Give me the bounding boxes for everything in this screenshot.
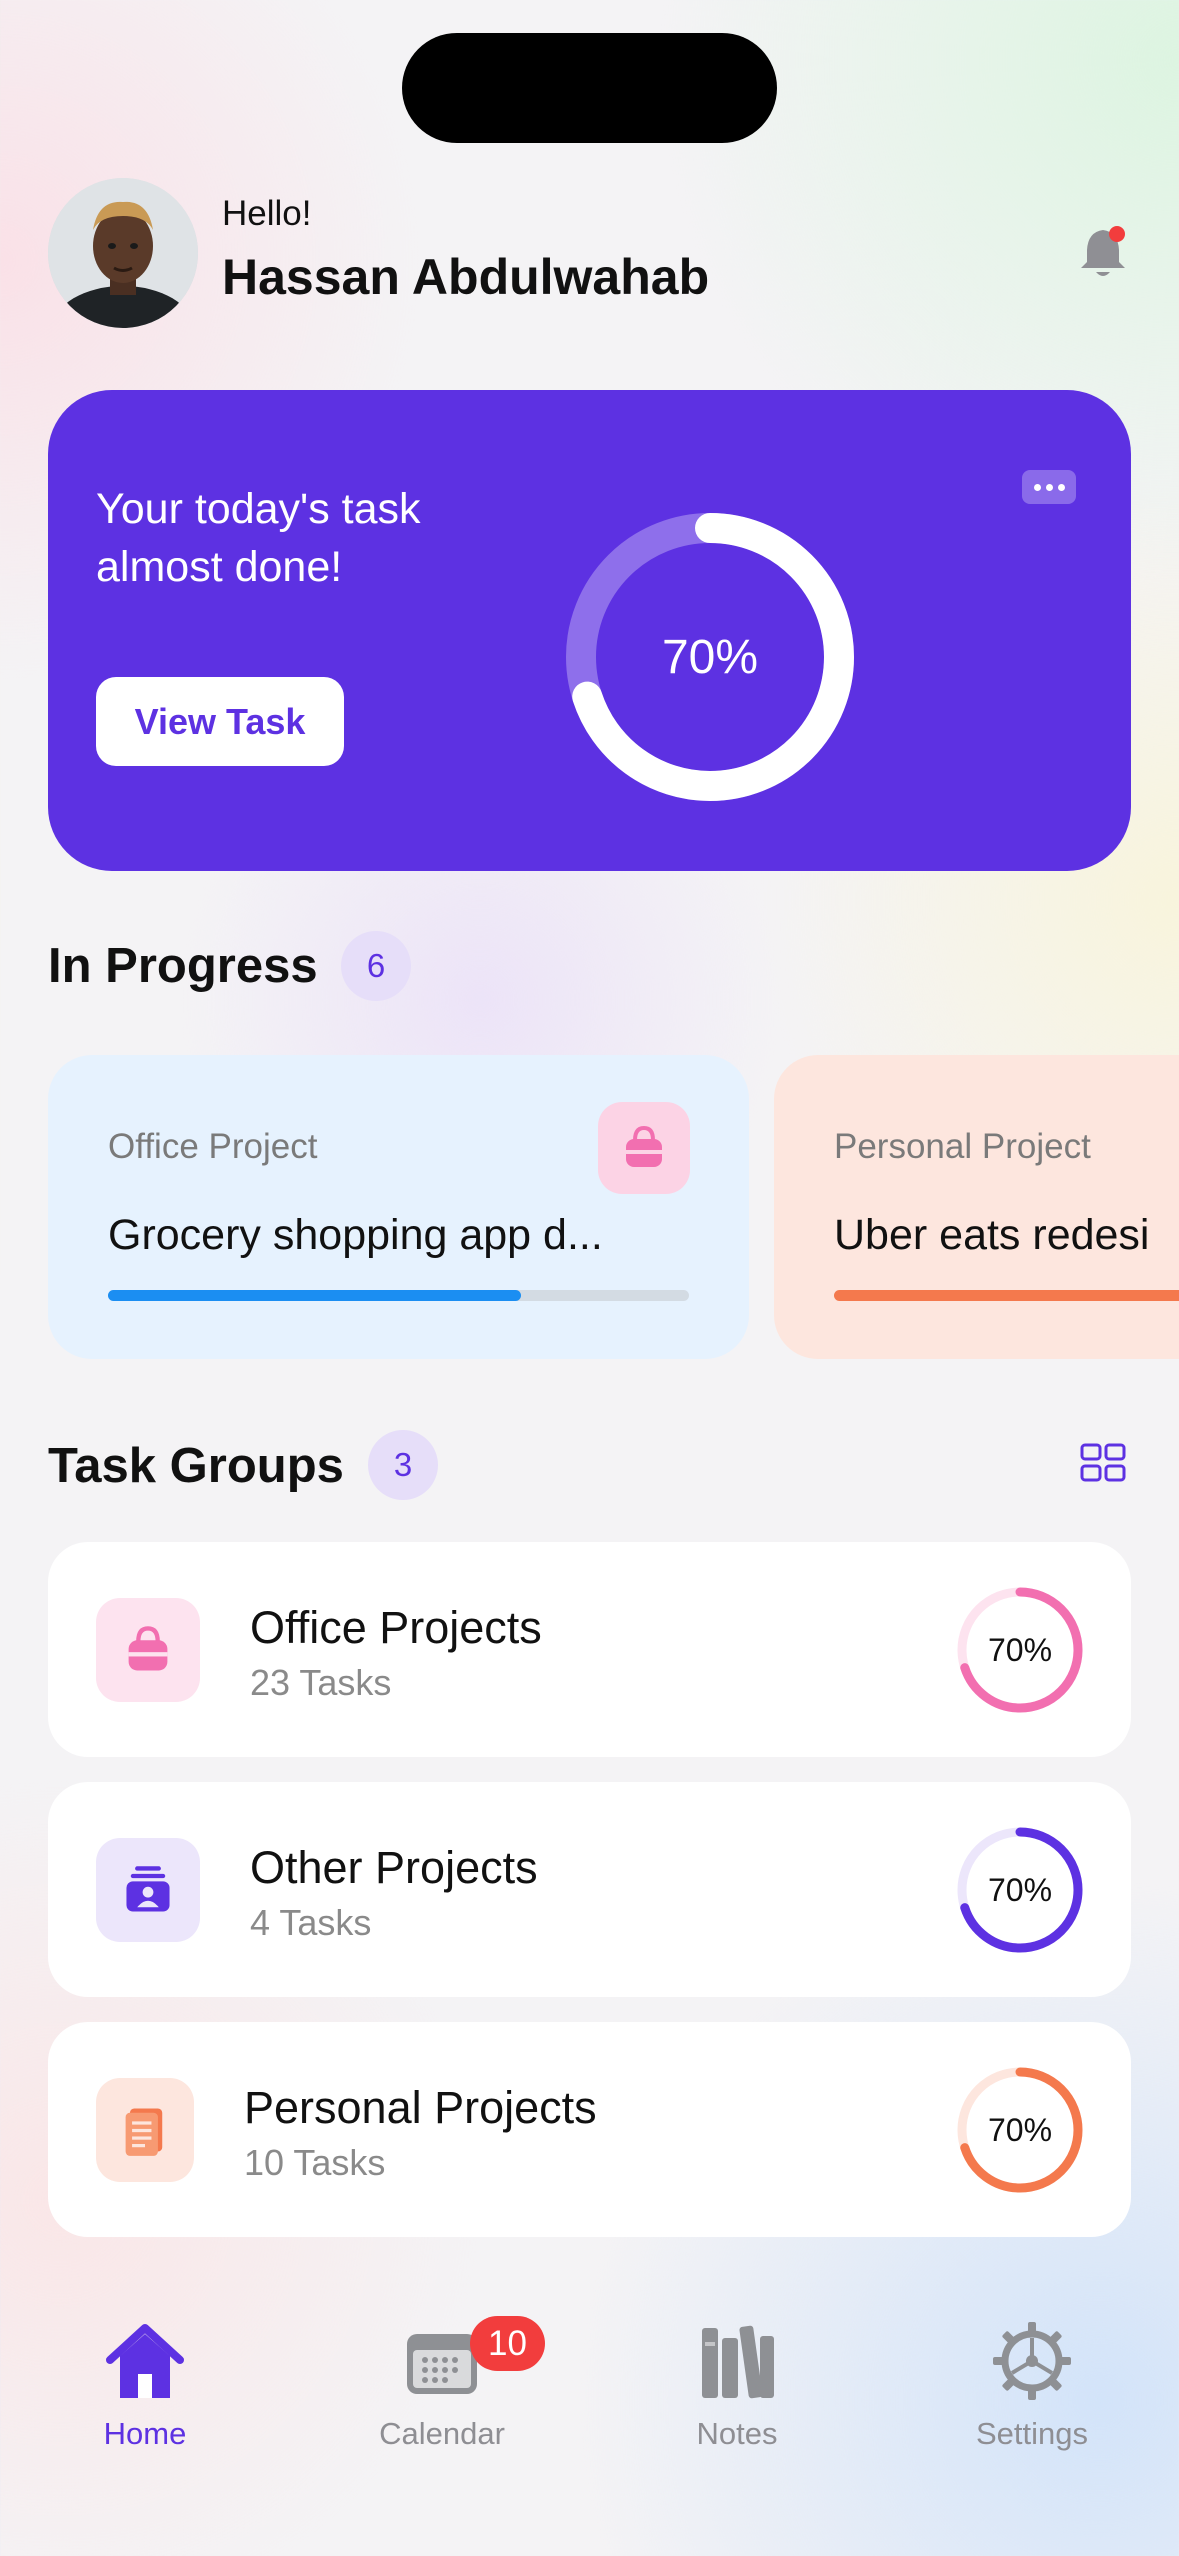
- in-progress-title: In Progress: [48, 939, 318, 993]
- grid-view-icon[interactable]: [1080, 1443, 1126, 1483]
- notification-bell-icon[interactable]: [1072, 222, 1134, 284]
- task-group-card[interactable]: Personal Projects 10 Tasks 70%: [48, 2022, 1131, 2237]
- shopping-bag-icon: [598, 1102, 690, 1194]
- task-group-name: Personal Projects: [244, 2082, 597, 2133]
- hero-progress-label: 70%: [661, 630, 759, 684]
- progress-fill: [834, 1290, 1179, 1301]
- task-group-percent: 70%: [987, 1871, 1053, 1908]
- task-group-card[interactable]: Office Projects 23 Tasks 70%: [48, 1542, 1131, 1757]
- project-title: Uber eats redesi: [834, 1211, 1150, 1259]
- greeting-text: Hello!: [222, 194, 312, 233]
- more-options-icon[interactable]: [1022, 470, 1076, 504]
- nav-label-home: Home: [103, 2416, 187, 2451]
- nav-label-notes: Notes: [696, 2416, 778, 2451]
- id-card-icon: [96, 1838, 200, 1942]
- today-progress-card: Your today's task almost done! View Task…: [48, 390, 1131, 871]
- task-group-count: 23 Tasks: [250, 1662, 392, 1703]
- progress-fill: [108, 1290, 521, 1301]
- nav-notes[interactable]: Notes: [637, 2318, 837, 2458]
- task-groups-count-badge: 3: [368, 1430, 438, 1500]
- books-icon: [702, 2325, 774, 2399]
- task-group-percent: 70%: [987, 2111, 1053, 2148]
- in-progress-count-badge: 6: [341, 931, 411, 1001]
- shopping-bag-icon: [96, 1598, 200, 1702]
- nav-label-calendar: Calendar: [379, 2416, 505, 2451]
- in-progress-card[interactable]: Personal Project Uber eats redesi: [774, 1055, 1179, 1359]
- calendar-badge: 10: [470, 2316, 545, 2371]
- notification-dot: [1109, 226, 1125, 242]
- avatar[interactable]: [48, 178, 198, 328]
- notebook-icon: [96, 2078, 194, 2182]
- in-progress-card[interactable]: Office Project Grocery shopping app d...: [48, 1055, 749, 1359]
- task-group-percent: 70%: [987, 1631, 1053, 1668]
- nav-settings[interactable]: Settings: [932, 2318, 1132, 2458]
- task-group-name: Office Projects: [250, 1602, 542, 1653]
- task-groups-title: Task Groups: [48, 1439, 344, 1493]
- task-group-card[interactable]: Other Projects 4 Tasks 70%: [48, 1782, 1131, 1997]
- home-icon: [106, 2324, 184, 2398]
- nav-home[interactable]: Home: [45, 2318, 245, 2458]
- project-title: Grocery shopping app d...: [108, 1211, 603, 1259]
- hero-message: Your today's task almost done!: [96, 485, 421, 591]
- project-category: Personal Project: [834, 1127, 1091, 1166]
- project-category: Office Project: [108, 1127, 318, 1166]
- task-group-count: 10 Tasks: [244, 2142, 386, 2183]
- view-task-button[interactable]: View Task: [96, 677, 344, 766]
- task-group-name: Other Projects: [250, 1842, 538, 1893]
- task-group-count: 4 Tasks: [250, 1902, 372, 1943]
- user-name: Hassan Abdulwahab: [222, 249, 710, 305]
- device-notch: [402, 33, 777, 143]
- gear-icon: [993, 2322, 1071, 2400]
- nav-label-settings: Settings: [975, 2416, 1088, 2451]
